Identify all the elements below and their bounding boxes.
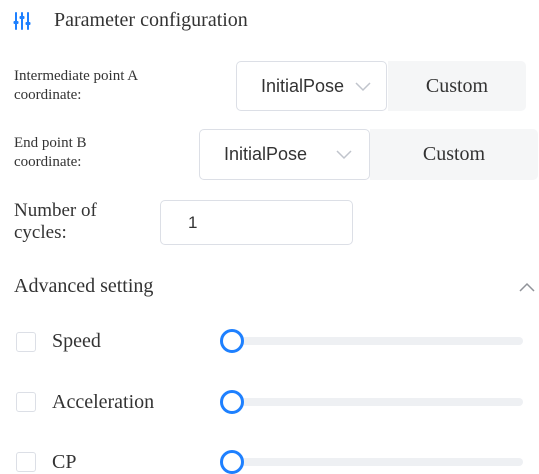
speed-slider-handle[interactable] [220, 329, 244, 353]
cp-slider-track[interactable] [232, 458, 523, 466]
cp-checkbox[interactable] [16, 452, 36, 472]
chevron-up-icon[interactable] [519, 282, 535, 292]
sliders-icon [13, 12, 31, 30]
point-a-label: Intermediate point A coordinate: [14, 67, 138, 105]
chevron-down-icon [336, 150, 352, 160]
point-b-label: End point B coordinate: [14, 134, 87, 172]
chevron-down-icon [355, 82, 371, 92]
point-a-label-line2: coordinate: [14, 87, 82, 103]
point-b-label-line2: coordinate: [14, 154, 82, 170]
point-b-custom-button[interactable]: Custom [370, 129, 538, 180]
point-a-label-line1: Intermediate point A [14, 68, 139, 84]
speed-checkbox[interactable] [16, 332, 36, 352]
acceleration-slider-track[interactable] [232, 398, 523, 406]
point-a-select-value: InitialPose [261, 75, 345, 96]
point-a-select[interactable]: InitialPose [236, 61, 387, 111]
point-b-select-value: InitialPose [224, 144, 308, 164]
acceleration-label: Acceleration [52, 391, 155, 413]
speed-slider-track[interactable] [232, 337, 523, 345]
cycles-label-line2: cycles: [14, 222, 67, 243]
cp-slider-handle[interactable] [220, 450, 244, 474]
speed-label: Speed [52, 330, 101, 352]
cp-label: CP [52, 451, 77, 473]
acceleration-checkbox[interactable] [16, 392, 36, 412]
advanced-setting-title[interactable]: Advanced setting [14, 274, 153, 298]
panel-title: Parameter configuration [54, 9, 248, 31]
point-b-select[interactable]: InitialPose [199, 129, 370, 180]
cycles-label: Number of cycles: [14, 200, 97, 244]
point-a-custom-button[interactable]: Custom [388, 61, 526, 111]
acceleration-slider-handle[interactable] [220, 390, 244, 414]
cycles-label-line1: Number of [14, 200, 97, 221]
cycles-input[interactable]: 1 [160, 200, 353, 245]
point-b-label-line1: End point B [14, 135, 87, 151]
